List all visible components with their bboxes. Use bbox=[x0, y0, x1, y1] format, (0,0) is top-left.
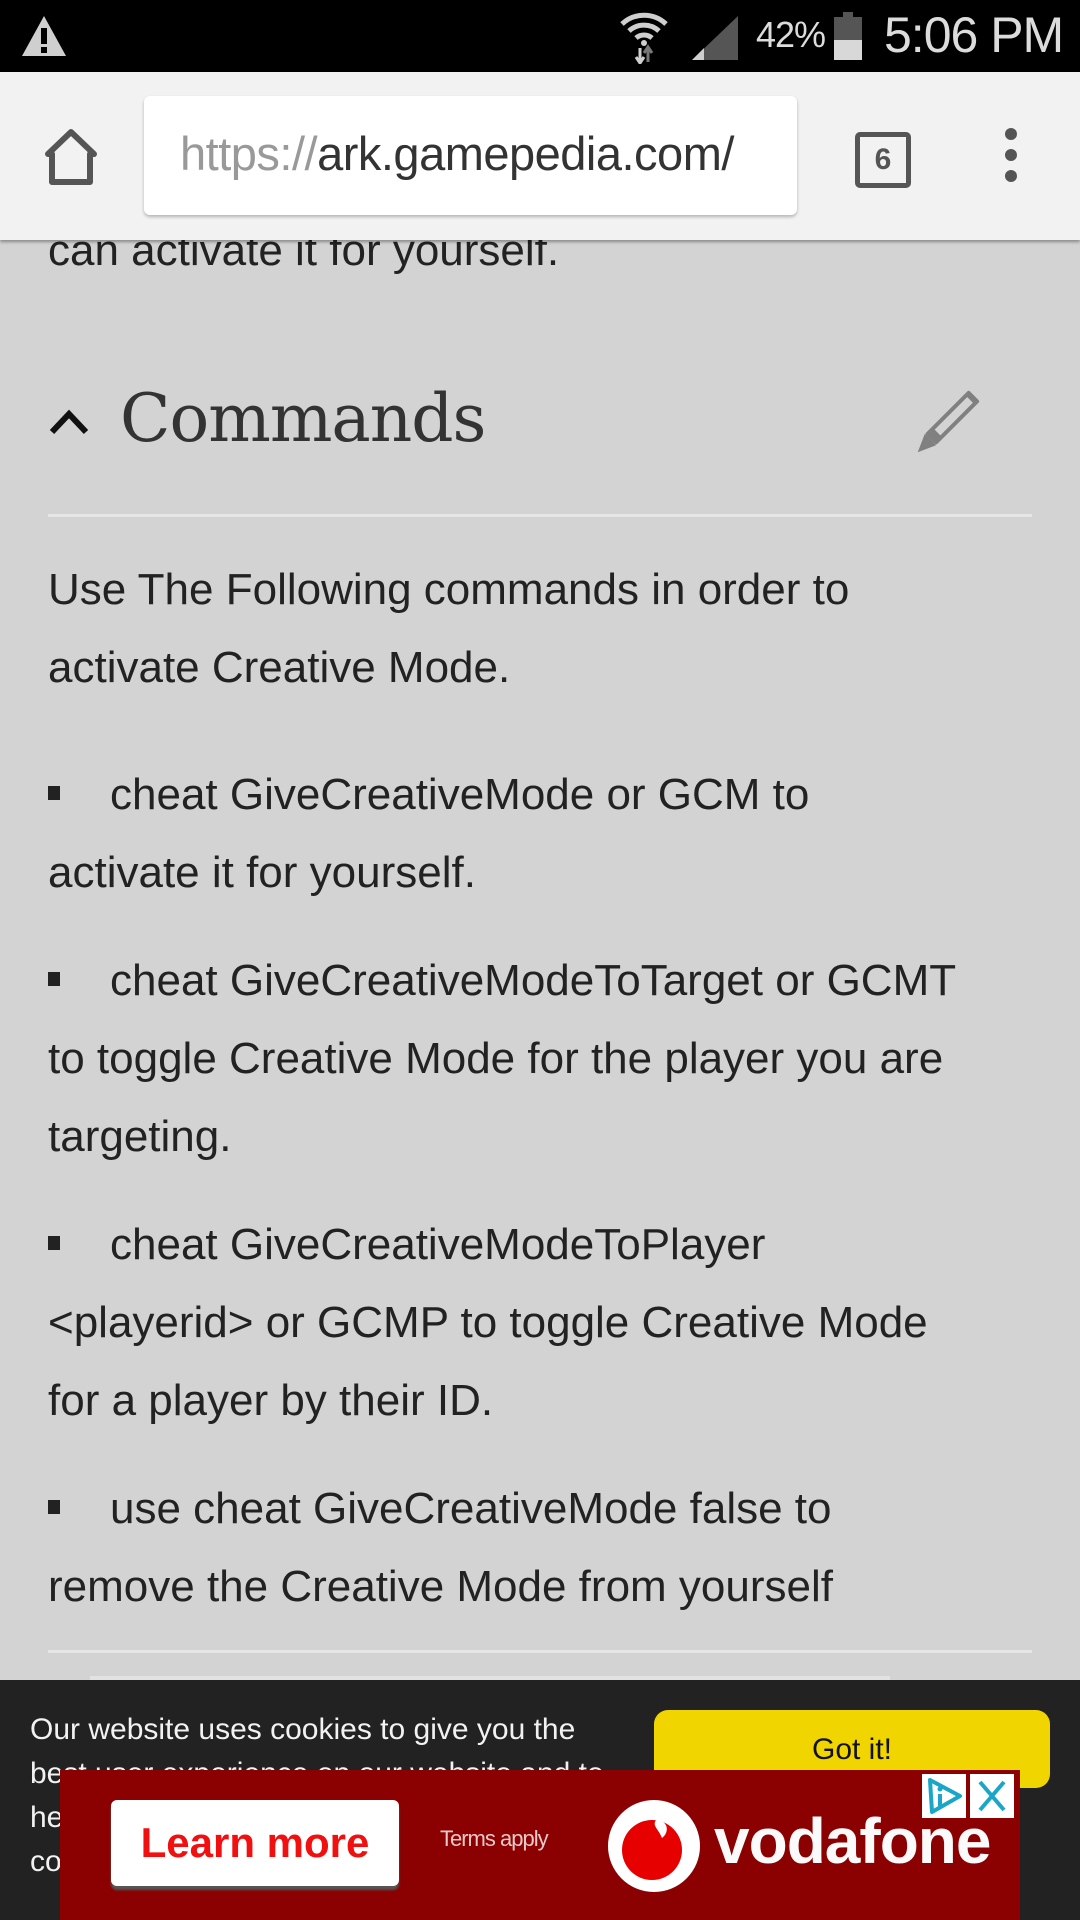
battery-percent: 42% bbox=[756, 14, 826, 55]
wifi-icon bbox=[620, 12, 668, 64]
ad-terms: Terms apply bbox=[440, 1826, 549, 1851]
ad-banner[interactable]: Learn more Terms apply vodafone bbox=[60, 1770, 1020, 1920]
bullet-icon bbox=[48, 972, 60, 987]
browser-toolbar: https://ark.gamepedia.com/ 6 bbox=[0, 72, 1080, 240]
close-icon[interactable] bbox=[970, 1774, 1014, 1818]
intro-line: Use The Following commands in order to bbox=[48, 565, 850, 614]
list-item: cheat GiveCreativeModeToPlayer <playerid… bbox=[48, 1220, 928, 1425]
status-bar: 42% 5:06 PM bbox=[0, 0, 1080, 72]
list-item: use cheat GiveCreativeMode false to remo… bbox=[48, 1484, 833, 1611]
intro-line: activate Creative Mode. bbox=[48, 643, 511, 692]
vodafone-logo-icon bbox=[608, 1800, 700, 1892]
bullet-icon bbox=[48, 1500, 60, 1515]
url-scheme: https:// bbox=[180, 127, 318, 180]
adchoices-icon[interactable] bbox=[922, 1774, 966, 1818]
chevron-up-icon[interactable] bbox=[48, 406, 90, 436]
url-text[interactable]: https://ark.gamepedia.com/ bbox=[180, 126, 734, 181]
home-icon[interactable] bbox=[40, 126, 102, 188]
intro-paragraph: Use The Following commands in order to a… bbox=[48, 551, 1038, 707]
list-item: cheat GiveCreativeMode or GCM to activat… bbox=[48, 770, 810, 897]
clock: 5:06 PM bbox=[884, 7, 1064, 63]
overflow-menu-icon[interactable] bbox=[998, 128, 1024, 188]
list-item: cheat GiveCreativeModeToTarget or GCMT t… bbox=[48, 956, 957, 1161]
bullet-icon bbox=[48, 786, 60, 801]
url-bar[interactable]: https://ark.gamepedia.com/ bbox=[144, 96, 797, 215]
signal-icon bbox=[692, 16, 738, 60]
section-divider bbox=[48, 514, 1032, 517]
url-host: ark.gamepedia.com/ bbox=[317, 127, 734, 180]
tab-switcher-button[interactable]: 6 bbox=[855, 132, 911, 188]
bullet-icon bbox=[48, 1236, 60, 1251]
battery-icon bbox=[834, 12, 862, 60]
section-divider bbox=[48, 1650, 1032, 1653]
pencil-icon[interactable] bbox=[910, 388, 982, 460]
section-header[interactable]: Commands bbox=[48, 380, 1032, 480]
warning-icon bbox=[22, 16, 66, 56]
section-title: Commands bbox=[120, 380, 486, 457]
learn-more-button[interactable]: Learn more bbox=[111, 1800, 399, 1886]
